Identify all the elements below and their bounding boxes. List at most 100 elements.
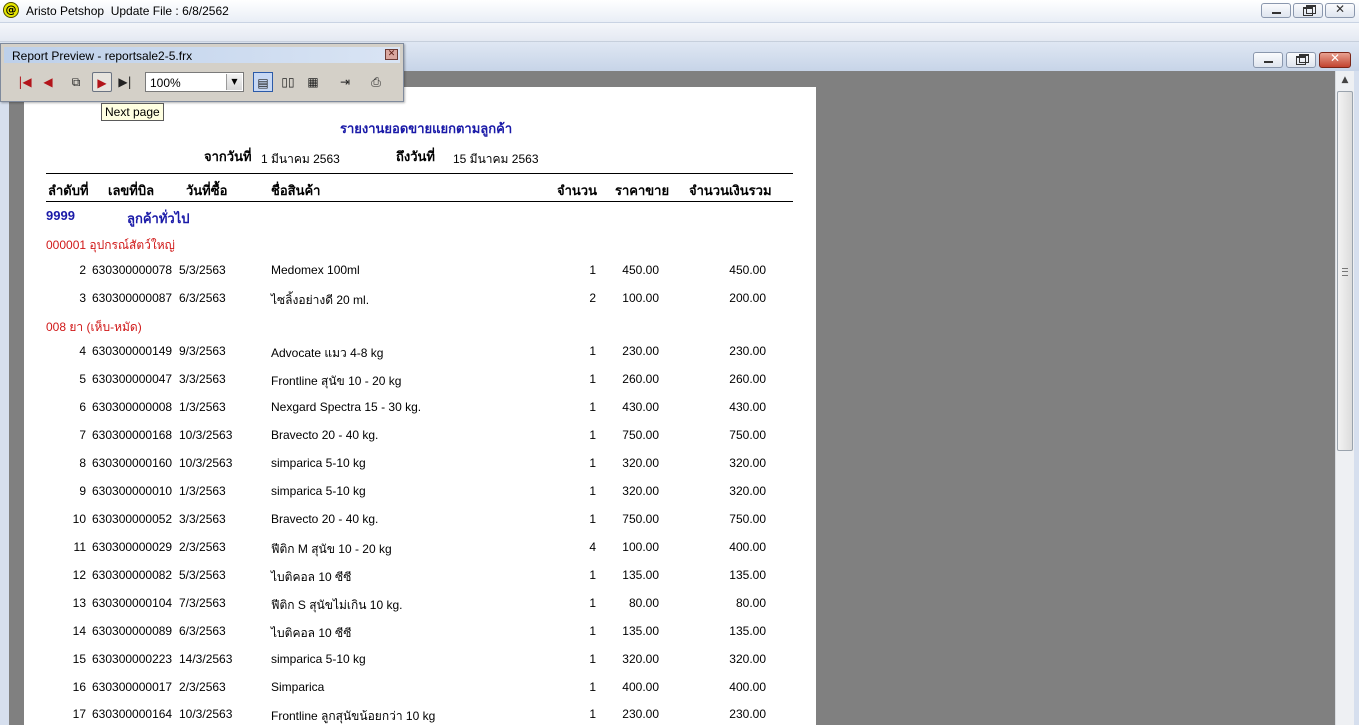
row-price: 230.00 [622, 344, 659, 358]
row-total: 400.00 [729, 680, 766, 694]
row-no: 6 [79, 400, 86, 414]
close-button[interactable]: ✕ [1325, 2, 1355, 18]
row-item: simparica 5-10 kg [271, 652, 366, 666]
row-qty: 1 [589, 456, 596, 470]
row-bill: 630300000104 [92, 596, 173, 610]
close-icon: ✕ [1329, 51, 1341, 65]
zoom-value: 100% [150, 76, 181, 90]
row-bill: 630300000164 [92, 707, 173, 721]
last-page-icon[interactable]: ▶| [115, 72, 135, 92]
scrollbar-thumb[interactable] [1337, 91, 1353, 451]
first-page-icon[interactable]: |◀ [15, 72, 35, 92]
row-bill: 630300000223 [92, 652, 173, 666]
toolbar-title: Report Preview - reportsale2-5.frx [12, 49, 193, 63]
previous-page-icon[interactable]: ◀ [38, 72, 58, 92]
column-header-item: ชื่อสินค้า [271, 183, 321, 198]
row-bill: 630300000017 [92, 680, 173, 694]
row-date: 1/3/2563 [179, 400, 226, 414]
next-page-tooltip: Next page [101, 103, 164, 121]
row-date: 6/3/2563 [179, 291, 226, 305]
child-restore-button[interactable] [1286, 52, 1316, 68]
row-bill: 630300000047 [92, 372, 173, 386]
row-item: simparica 5-10 kg [271, 456, 366, 470]
row-qty: 1 [589, 624, 596, 638]
row-bill: 630300000078 [92, 263, 173, 277]
row-date: 9/3/2563 [179, 344, 226, 358]
row-price: 230.00 [622, 707, 659, 721]
row-item: simparica 5-10 kg [271, 484, 366, 498]
row-bill: 630300000052 [92, 512, 173, 526]
row-total: 230.00 [729, 707, 766, 721]
row-date: 10/3/2563 [179, 707, 233, 721]
row-bill: 630300000029 [92, 540, 173, 554]
two-page-view-icon[interactable]: ▯▯ [278, 72, 298, 92]
row-price: 750.00 [622, 428, 659, 442]
row-date: 6/3/2563 [179, 624, 226, 638]
one-page-view-icon[interactable]: ▤ [253, 72, 273, 92]
row-item: Frontline ลูกสุนัขน้อยกว่า 10 kg [271, 709, 436, 723]
row-total: 320.00 [729, 652, 766, 666]
preview-canvas[interactable]: รายงานยอดขายแยกตามลูกค้า จากวันที่ 1 มีน… [9, 71, 1335, 727]
report-preview-toolbar: Report Preview - reportsale2-5.frx ✕ |◀ … [0, 43, 404, 102]
column-header-qty: จำนวน [557, 183, 597, 198]
row-price: 320.00 [622, 484, 659, 498]
customer-name: ลูกค้าทั่วไป [127, 211, 190, 226]
row-total: 750.00 [729, 512, 766, 526]
row-item: ไซลิ้งอย่างดี 20 ml. [271, 293, 370, 307]
column-header-no: ลำดับที่ [48, 183, 89, 198]
row-item: Medomex 100ml [271, 263, 360, 277]
row-price: 750.00 [622, 512, 659, 526]
row-no: 8 [79, 456, 86, 470]
row-total: 430.00 [729, 400, 766, 414]
row-price: 100.00 [622, 291, 659, 305]
row-price: 135.00 [622, 568, 659, 582]
row-no: 11 [73, 540, 86, 554]
row-qty: 2 [589, 291, 596, 305]
row-total: 135.00 [729, 624, 766, 638]
column-header-price: ราคาขาย [615, 183, 670, 198]
row-date: 10/3/2563 [179, 456, 233, 470]
from-date-value: 1 มีนาคม 2563 [261, 152, 340, 166]
child-minimize-button[interactable] [1253, 52, 1283, 68]
row-item: ไบติคอล 10 ซีซี [271, 570, 352, 584]
row-item: Advocate แมว 4-8 kg [271, 346, 384, 360]
go-to-page-icon[interactable]: ⧉ [66, 72, 86, 92]
row-no: 9 [79, 484, 86, 498]
scroll-up-arrow-icon[interactable]: ▲ [1337, 72, 1353, 88]
row-bill: 630300000160 [92, 456, 173, 470]
row-no: 12 [72, 568, 86, 582]
row-date: 2/3/2563 [179, 540, 226, 554]
row-item: Nexgard Spectra 15 - 30 kg. [271, 400, 422, 414]
row-item: ไบติคอล 10 ซีซี [271, 626, 352, 640]
chevron-down-icon[interactable]: ▼ [226, 74, 242, 90]
child-close-button[interactable]: ✕ [1319, 51, 1351, 68]
row-item: Bravecto 20 - 40 kg. [271, 428, 379, 442]
row-price: 260.00 [622, 372, 659, 386]
row-price: 400.00 [622, 680, 659, 694]
report-page: รายงานยอดขายแยกตามลูกค้า จากวันที่ 1 มีน… [24, 87, 816, 727]
row-no: 3 [79, 291, 86, 305]
row-total: 135.00 [729, 568, 766, 582]
minimize-button[interactable] [1261, 3, 1291, 18]
zoom-select[interactable]: 100% ▼ [145, 72, 244, 92]
row-item: Bravecto 20 - 40 kg. [271, 512, 379, 526]
header-bottom-rule [46, 201, 793, 202]
multi-page-view-icon[interactable]: ▦ [303, 72, 323, 92]
minimize-icon [1272, 12, 1281, 14]
close-preview-icon[interactable]: ⇥ [335, 72, 355, 92]
to-date-value: 15 มีนาคม 2563 [453, 152, 539, 166]
print-icon[interactable]: ⎙ [366, 72, 386, 92]
next-page-icon[interactable]: ▶ [92, 72, 112, 92]
row-item: Simparica [271, 680, 325, 694]
restore-button[interactable] [1293, 3, 1323, 18]
header-top-rule [46, 173, 793, 174]
row-no: 16 [72, 680, 86, 694]
row-qty: 1 [589, 344, 596, 358]
toolbar-close-button[interactable]: ✕ [385, 49, 398, 60]
vertical-scrollbar[interactable]: ▲ [1335, 71, 1354, 725]
row-no: 5 [79, 372, 86, 386]
group-header: 008 ยา (เห็บ-หมัด) [46, 320, 142, 334]
column-header-date: วันที่ซื้อ [186, 183, 228, 198]
toolbar-title-bar[interactable]: Report Preview - reportsale2-5.frx ✕ [4, 47, 400, 63]
row-date: 5/3/2563 [179, 568, 226, 582]
